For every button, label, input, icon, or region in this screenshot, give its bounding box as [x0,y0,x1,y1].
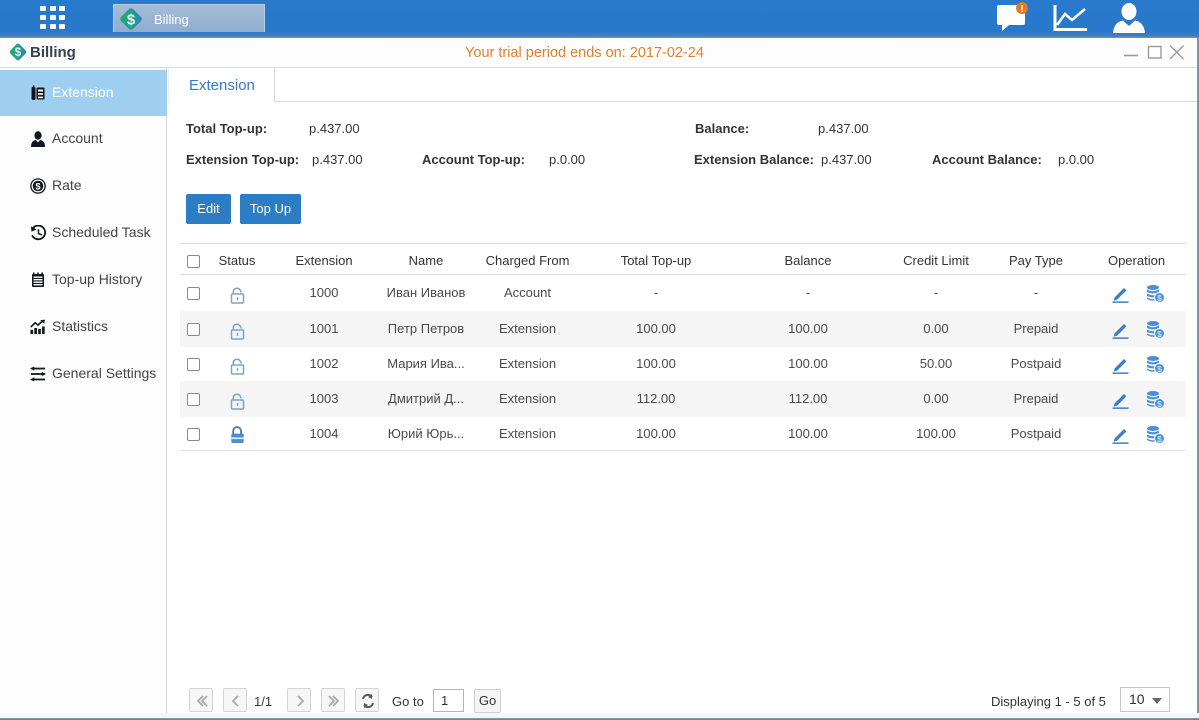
svg-text:!: ! [1020,4,1023,15]
svg-text:$: $ [127,12,136,29]
svg-text:$: $ [35,180,41,191]
svg-text:$: $ [1157,293,1162,303]
svg-text:$: $ [1157,399,1162,409]
svg-text:$: $ [1157,434,1162,444]
svg-text:$: $ [1157,364,1162,374]
svg-text:$: $ [1157,329,1162,339]
